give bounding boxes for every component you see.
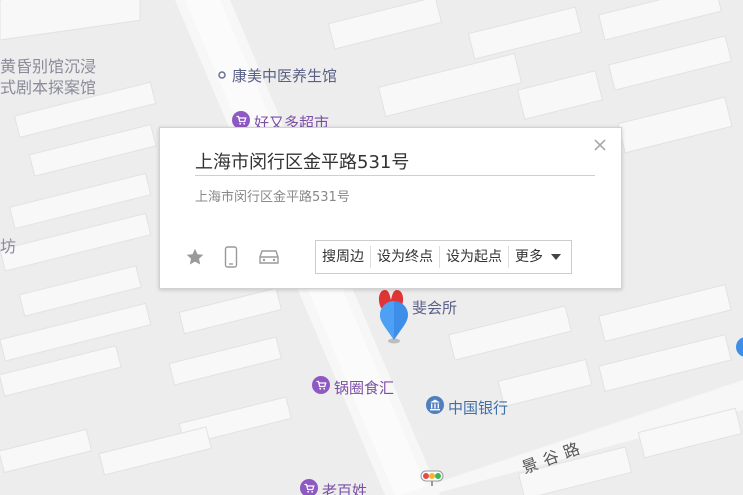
chevron-down-icon	[551, 254, 561, 260]
popup-icon-row	[184, 246, 282, 268]
shopping-cart-icon	[312, 376, 330, 398]
poi-club[interactable]: 斐会所	[412, 297, 457, 318]
poi-kangmei[interactable]: 康美中医养生馆	[216, 65, 337, 86]
location-info-popup: 上海市闵行区金平路531号 上海市闵行区金平路531号 搜周边 设为终点 设为起…	[159, 127, 622, 289]
more-dropdown-button[interactable]: 更多	[509, 246, 571, 268]
phone-icon[interactable]	[220, 246, 242, 268]
more-label: 更多	[515, 249, 543, 265]
dot-icon	[216, 67, 228, 85]
poi-label[interactable]: 式剧本探案馆	[0, 74, 96, 98]
set-destination-button[interactable]: 设为终点	[371, 246, 440, 268]
traffic-light-icon	[420, 470, 444, 490]
poi-label[interactable]: 坊	[0, 233, 16, 257]
poi-laobaixing[interactable]: 老百姓	[300, 479, 367, 495]
star-icon[interactable]	[184, 246, 206, 268]
map-canvas[interactable]: 黄昏别馆沉浸 式剧本探案馆 康美中医养生馆 好又多超市 坊 斐会所 锅圈食汇 中…	[0, 0, 743, 495]
partial-marker-icon[interactable]	[735, 336, 743, 362]
search-nearby-button[interactable]: 搜周边	[316, 246, 371, 268]
close-icon[interactable]	[591, 136, 609, 154]
divider	[195, 175, 595, 176]
bank-icon	[426, 396, 444, 418]
shopping-cart-icon	[300, 479, 318, 495]
poi-bank-of-china[interactable]: 中国银行	[426, 396, 508, 418]
popup-title: 上海市闵行区金平路531号	[195, 152, 410, 173]
location-marker-icon[interactable]	[378, 300, 410, 348]
popup-address: 上海市闵行区金平路531号	[195, 190, 350, 205]
popup-action-bar: 搜周边 设为终点 设为起点 更多	[315, 240, 572, 274]
car-icon[interactable]	[256, 246, 282, 268]
poi-guoquan[interactable]: 锅圈食汇	[312, 376, 394, 398]
set-origin-button[interactable]: 设为起点	[440, 246, 509, 268]
